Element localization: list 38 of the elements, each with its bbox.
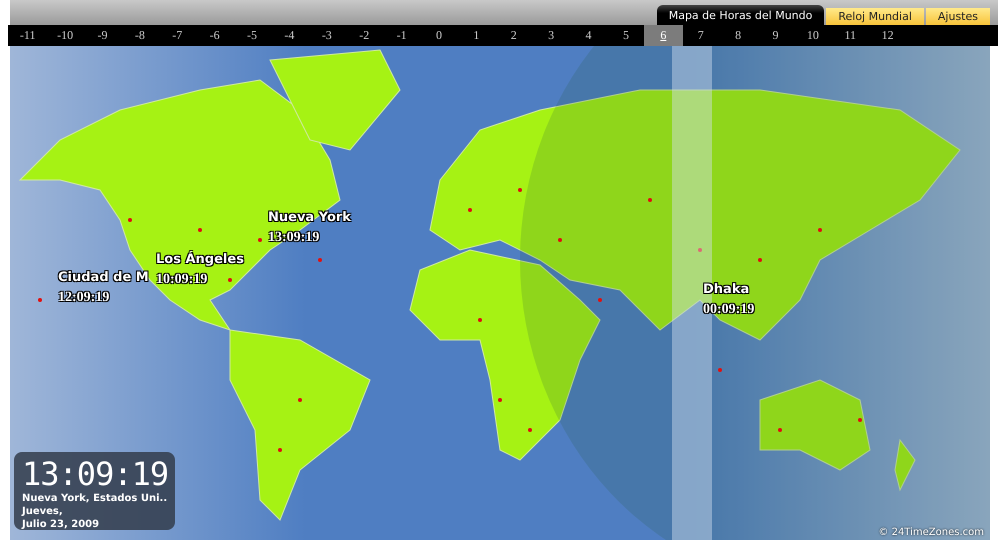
time-zone-tab[interactable]: -4: [270, 25, 310, 46]
tab[interactable]: Reloj Mundial: [826, 8, 924, 25]
city-name: Los Ángeles: [156, 252, 244, 267]
city-time: 10:09:19: [156, 272, 208, 288]
clock-day: Jueves,: [22, 505, 167, 518]
time-zone-tab[interactable]: -9: [82, 25, 122, 46]
time-zone-tab[interactable]: -1: [382, 25, 422, 46]
time-zone-tab[interactable]: -2: [344, 25, 384, 46]
time-zone-tab[interactable]: 2: [494, 25, 534, 46]
time-zone-tab[interactable]: 4: [568, 25, 608, 46]
time-zone-tab[interactable]: 11: [830, 25, 870, 46]
time-zone-tab[interactable]: 12: [868, 25, 908, 46]
time-zone-tab[interactable]: 3: [531, 25, 571, 46]
tab[interactable]: Mapa de Horas del Mundo: [656, 5, 824, 25]
city-time: 12:09:19: [58, 290, 110, 306]
clock-time: 13:09:19: [22, 456, 167, 492]
time-zone-tab[interactable]: 5: [606, 25, 646, 46]
time-zone-tab[interactable]: 7: [681, 25, 720, 46]
copyright-text: © 24TimeZones.com: [878, 527, 984, 538]
time-zone-tab[interactable]: 0: [419, 25, 459, 46]
time-zone-tab[interactable]: 10: [793, 25, 833, 46]
time-zone-tab[interactable]: -3: [307, 25, 347, 46]
time-zone-tab[interactable]: -6: [194, 25, 234, 46]
city-name: Nueva York: [268, 210, 351, 225]
clock-date: Julio 23, 2009: [22, 518, 100, 531]
time-zone-tab[interactable]: -11: [8, 25, 48, 46]
city-name: Dhaka: [703, 282, 750, 297]
time-zone-tab[interactable]: 1: [456, 25, 496, 46]
time-zone-tab[interactable]: 6: [644, 25, 684, 46]
time-zone-tab[interactable]: 9: [756, 25, 796, 46]
clock-location: Nueva York, Estados Uni..: [22, 492, 167, 505]
city-name: Ciudad de M: [58, 270, 149, 285]
time-zone-tab[interactable]: -5: [232, 25, 272, 46]
time-zone-tab[interactable]: -10: [45, 25, 85, 46]
time-zone-tab[interactable]: -7: [158, 25, 197, 46]
time-zone-tab[interactable]: -8: [120, 25, 160, 46]
tab[interactable]: Ajustes: [926, 8, 990, 25]
time-zone-tab[interactable]: 8: [718, 25, 758, 46]
